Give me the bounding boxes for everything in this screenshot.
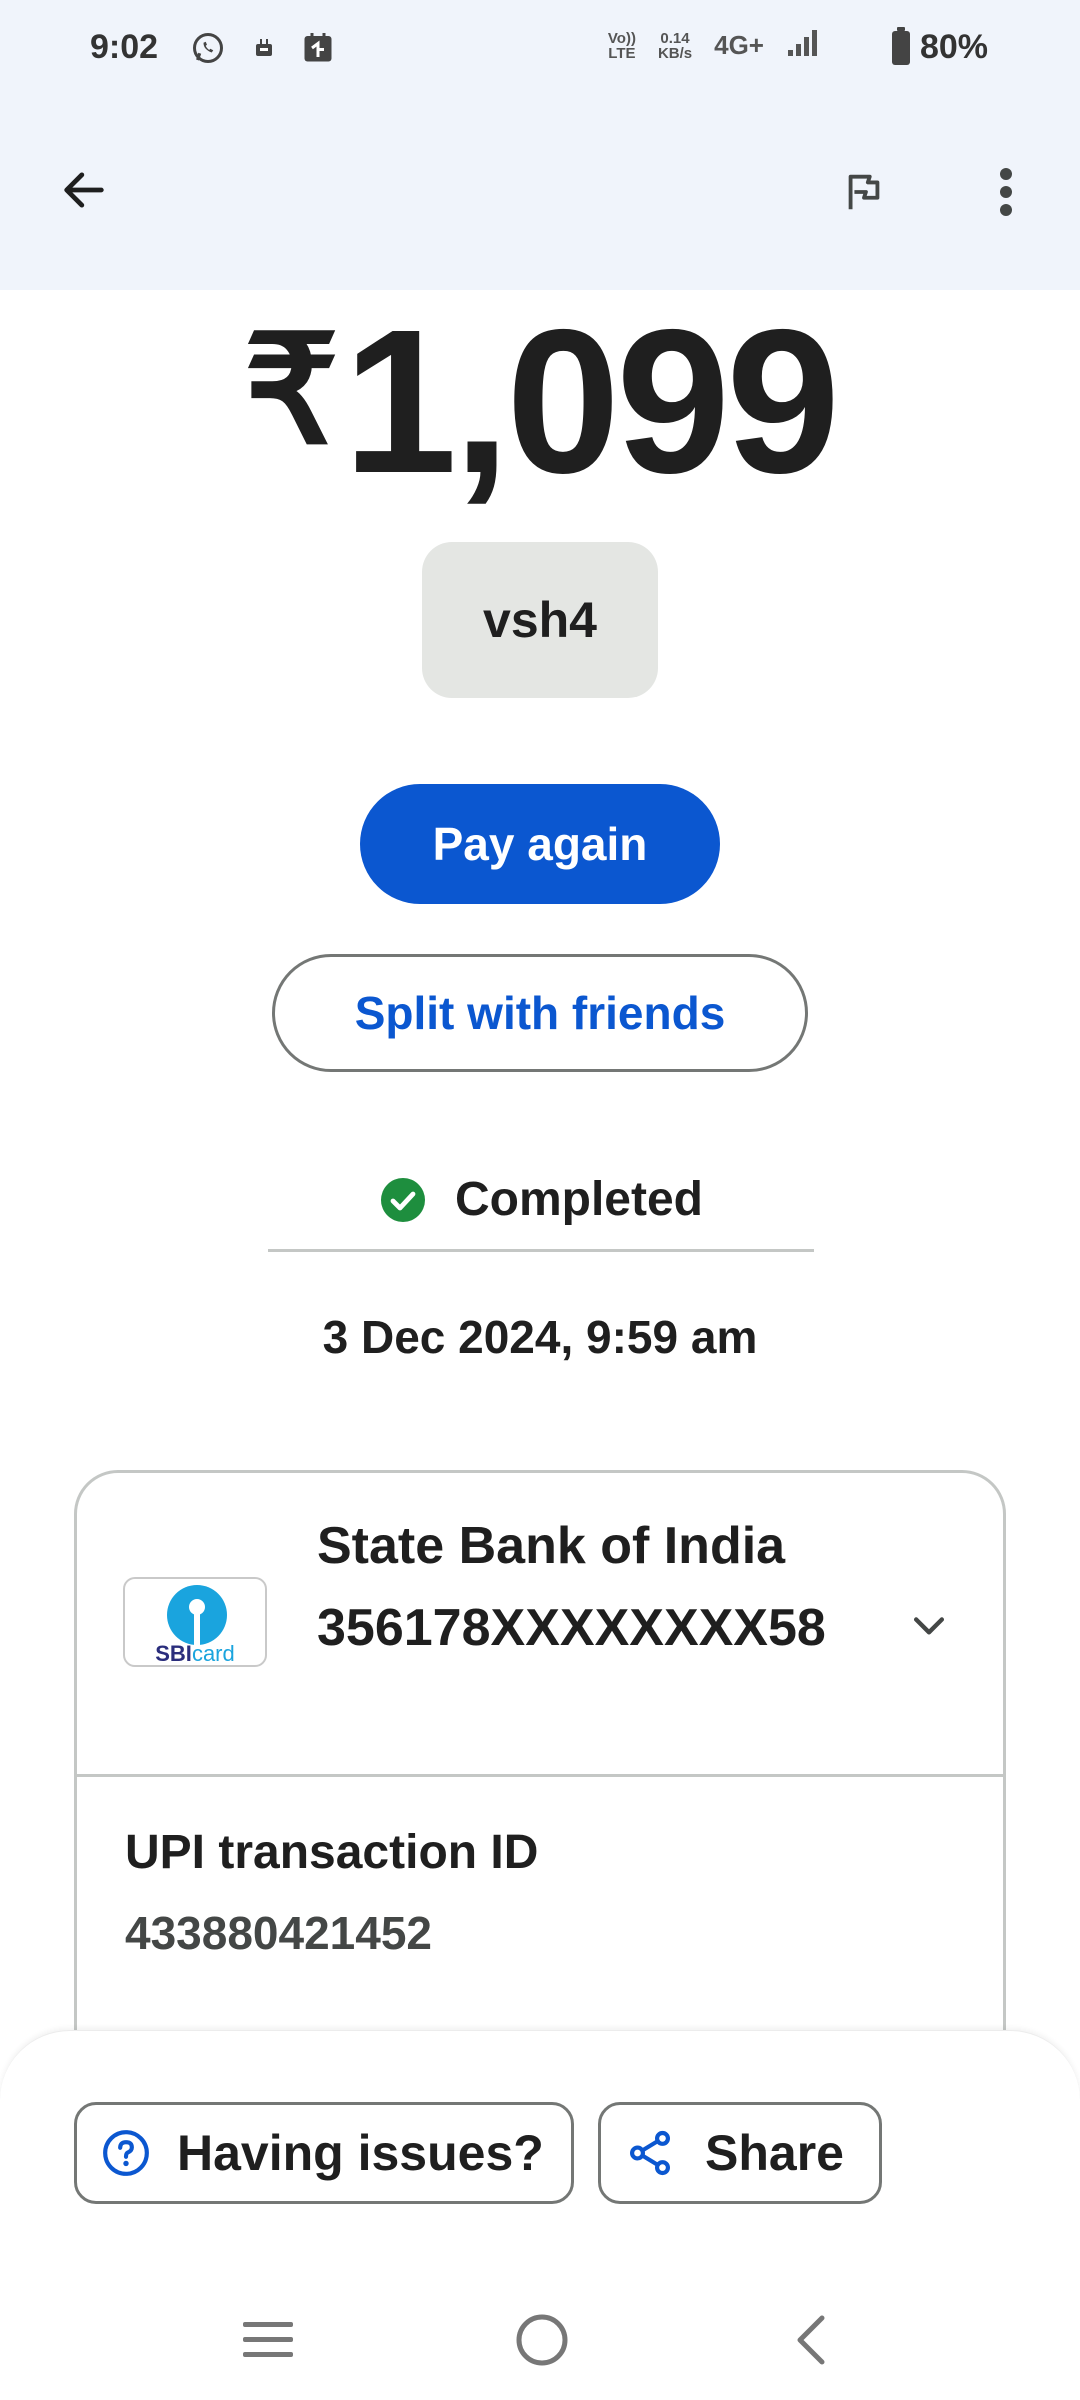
help-icon: [103, 2130, 149, 2176]
sbi-logo-text: SBIcard: [155, 1641, 235, 1666]
arrow-back-icon: [64, 172, 104, 208]
bank-details: State Bank of India 356178XXXXXXXX58: [317, 1505, 877, 1669]
recent-apps-button[interactable]: [238, 2310, 298, 2370]
calendar-app-icon: [300, 28, 336, 68]
bank-account-row[interactable]: SBIcard State Bank of India 356178XXXXXX…: [77, 1473, 1003, 1777]
home-button[interactable]: [510, 2308, 574, 2372]
chevron-left-icon: [797, 2315, 825, 2365]
menu-icon: [243, 2322, 293, 2357]
system-navigation-bar: [0, 2290, 1080, 2400]
check-circle-icon: [380, 1177, 425, 1222]
sbi-card-logo: SBIcard: [123, 1577, 267, 1667]
home-circle-icon: [516, 2314, 568, 2366]
split-with-friends-button[interactable]: Split with friends: [272, 954, 808, 1072]
share-label: Share: [705, 2125, 844, 2181]
notification-icon: [252, 28, 276, 68]
network-type: 4G+: [714, 30, 764, 60]
having-issues-label: Having issues?: [177, 2125, 544, 2181]
share-button[interactable]: Share: [598, 2102, 882, 2204]
status-time: 9:02: [90, 28, 159, 66]
battery-icon: [891, 26, 910, 65]
battery-percent: 80%: [919, 28, 988, 66]
chevron-down-icon: [913, 1617, 945, 1635]
top-bar: 9:02 Vo)) LTE 0.14 KB/s 4G+ 80%: [0, 0, 1080, 290]
transaction-details-screen: 9:02 Vo)) LTE 0.14 KB/s 4G+ 80% ₹1,099 v…: [0, 0, 1080, 2400]
report-button[interactable]: [832, 160, 896, 224]
upi-transaction-id[interactable]: 433880421452: [125, 1906, 538, 1960]
status-label: Completed: [454, 1173, 703, 1226]
more-vert-icon: [1000, 168, 1012, 216]
whatsapp-icon: [190, 28, 226, 68]
transaction-amount: ₹1,099: [0, 290, 1080, 504]
payee-chip[interactable]: vsh4: [422, 542, 658, 698]
bank-name: State Bank of India: [317, 1517, 786, 1575]
data-speed: 0.14 KB/s: [657, 29, 693, 62]
status-bar: 9:02 Vo)) LTE 0.14 KB/s 4G+ 80%: [0, 0, 1080, 100]
signal-icon: [786, 28, 820, 63]
sbi-logo-icon: [167, 1585, 227, 1645]
upi-transaction-info: UPI transaction ID 433880421452: [125, 1825, 538, 1960]
transaction-status: Completed: [268, 1160, 814, 1252]
volte-indicator: Vo)) LTE: [607, 29, 636, 62]
amount-value: 1,099: [343, 287, 840, 516]
flag-icon: [848, 174, 880, 210]
network-indicators: Vo)) LTE 0.14 KB/s 4G+: [608, 28, 820, 63]
system-back-button[interactable]: [780, 2308, 840, 2372]
expand-button[interactable]: [897, 1593, 961, 1657]
upi-transaction-label: UPI transaction ID: [125, 1826, 539, 1879]
account-number: 356178XXXXXXXX58: [317, 1599, 826, 1657]
share-icon: [630, 2130, 670, 2176]
more-options-button[interactable]: [974, 160, 1038, 224]
battery-status: 80%: [891, 26, 988, 67]
currency-symbol: ₹: [243, 306, 339, 474]
transaction-datetime: 3 Dec 2024, 9:59 am: [322, 1311, 758, 1363]
back-button[interactable]: [52, 158, 116, 222]
pay-again-button[interactable]: Pay again: [360, 784, 720, 904]
having-issues-button[interactable]: Having issues?: [74, 2102, 574, 2204]
